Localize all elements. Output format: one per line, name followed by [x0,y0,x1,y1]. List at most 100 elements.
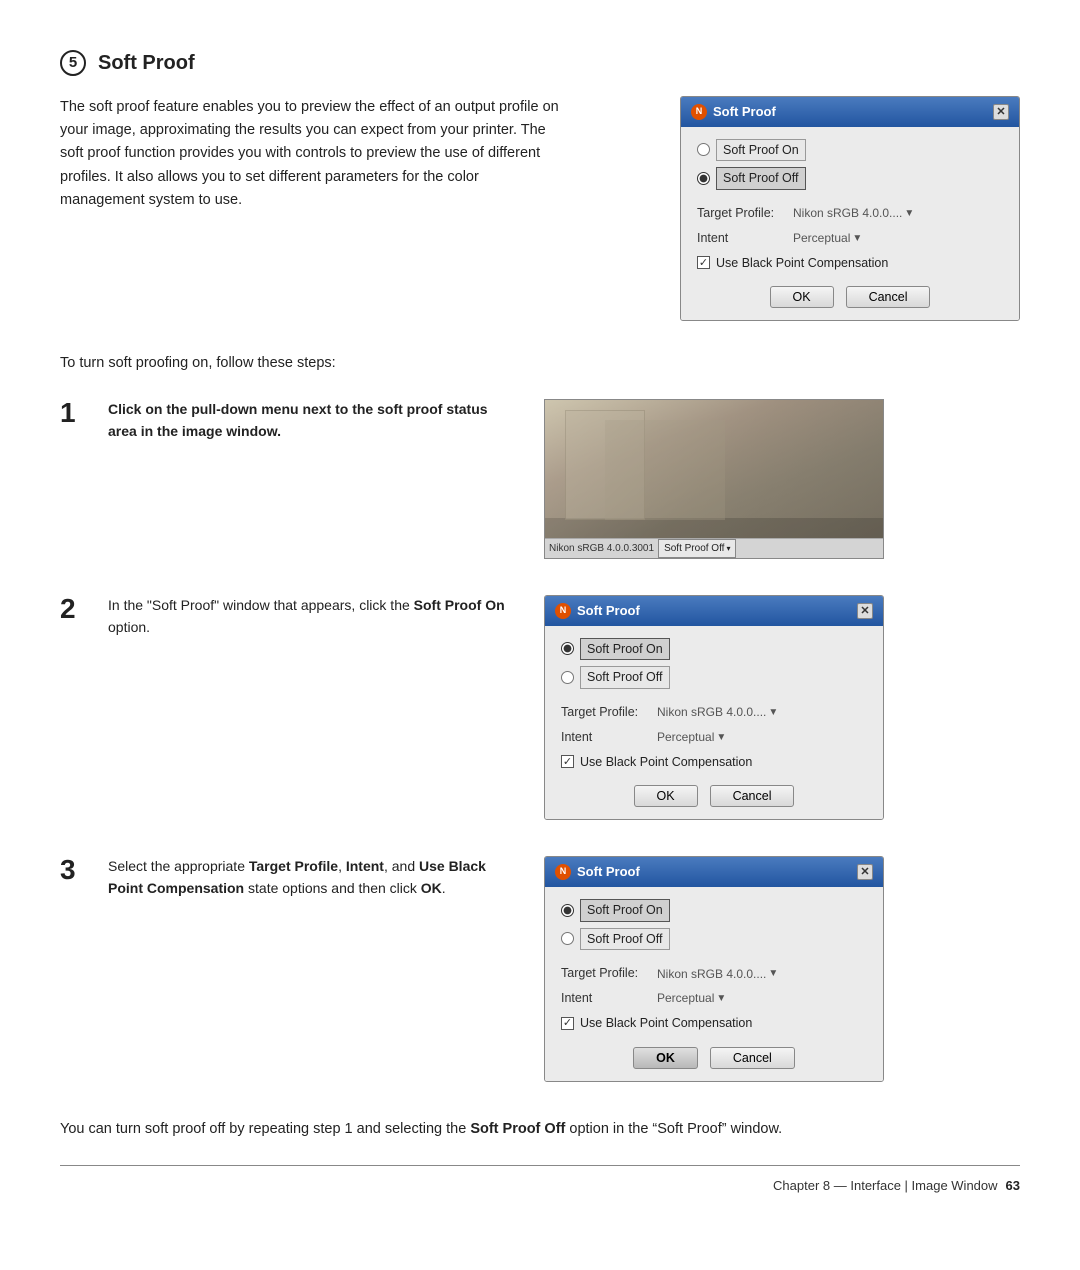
intent-value-1: Perceptual [793,229,850,247]
image-statusbar: Nikon sRGB 4.0.0.3001 Soft Proof Off ▾ [545,538,883,558]
status-proof-btn-text: Soft Proof Off [664,541,724,556]
field-row-target-2: Target Profile: Nikon sRGB 4.0.0.... ▼ [561,703,867,722]
radio-row-on-2: Soft Proof On [561,638,867,661]
radio-off-input-1[interactable] [697,172,710,185]
dialog-btn-row-3: OK Cancel [561,1043,867,1071]
target-profile-label-2: Target Profile: [561,703,649,722]
footer-chapter-text: Chapter 8 — Interface | Image Window [773,1176,997,1196]
intent-dropdown-arrow-1[interactable]: ▼ [852,231,862,246]
checkbox-row-2: ✓ Use Black Point Compensation [561,753,867,772]
target-dropdown-arrow-1[interactable]: ▼ [904,206,914,221]
radio-row-on-3: Soft Proof On [561,899,867,922]
bottom-note-part2: option in the “Soft Proof” window. [565,1121,782,1137]
section-title-text: Soft Proof [98,48,195,78]
dialog-titlebar-3: N Soft Proof ✕ [545,857,883,887]
target-profile-value-1: Nikon sRGB 4.0.0.... [793,204,902,222]
step-2-block: 2 In the "Soft Proof" window that appear… [60,595,1020,820]
target-profile-value-2: Nikon sRGB 4.0.0.... [657,703,766,721]
building-image [545,400,883,558]
intro-text: The soft proof feature enables you to pr… [60,96,560,212]
radio-on-label-1: Soft Proof On [716,139,806,162]
bottom-note: You can turn soft proof off by repeating… [60,1118,1020,1141]
intent-dropdown-arrow-2[interactable]: ▼ [716,730,726,745]
intent-value-3: Perceptual [657,989,714,1007]
dialog-btn-row-2: OK Cancel [561,781,867,809]
checkbox-input-3[interactable]: ✓ [561,1017,574,1030]
ok-button-2[interactable]: OK [634,785,698,807]
radio-row-on-1: Soft Proof On [697,139,1003,162]
checkbox-label-3: Use Black Point Compensation [580,1014,752,1033]
target-profile-value-3: Nikon sRGB 4.0.0.... [657,965,766,983]
dialog-title-left-3: N Soft Proof [555,862,640,882]
radio-row-off-1: Soft Proof Off [697,167,1003,190]
intent-value-box-2: Perceptual ▼ [657,728,726,746]
cancel-button-1[interactable]: Cancel [846,286,931,308]
dialog-soft-proof-3: N Soft Proof ✕ Soft Proof On Soft Proof … [544,856,884,1081]
checkbox-label-1: Use Black Point Compensation [716,254,888,273]
field-row-target-1: Target Profile: Nikon sRGB 4.0.0.... ▼ [697,204,1003,223]
target-profile-value-box-2: Nikon sRGB 4.0.0.... ▼ [657,703,778,721]
radio-on-input-1[interactable] [697,143,710,156]
section-number: 5 [60,50,86,76]
step-1-text: Click on the pull-down menu next to the … [108,399,520,442]
dialog-title-left-1: N Soft Proof [691,102,776,122]
dialog-title-text-1: Soft Proof [713,102,776,122]
target-profile-value-box-1: Nikon sRGB 4.0.0.... ▼ [793,204,914,222]
step-3-text: Select the appropriate Target Profile, I… [108,856,520,899]
dialog-title-text-3: Soft Proof [577,862,640,882]
step-1-left: 1 Click on the pull-down menu next to th… [60,399,520,446]
step-3-block: 3 Select the appropriate Target Profile,… [60,856,1020,1081]
dialog-title-left-2: N Soft Proof [555,601,640,621]
to-turn-text: To turn soft proofing on, follow these s… [60,353,1020,375]
step-2-number: 2 [60,595,92,623]
dialog-title-text-2: Soft Proof [577,601,640,621]
bottom-note-bold: Soft Proof Off [470,1121,565,1137]
radio-on-input-3[interactable] [561,904,574,917]
radio-off-label-2: Soft Proof Off [580,666,670,689]
target-dropdown-arrow-3[interactable]: ▼ [768,966,778,981]
checkbox-input-2[interactable]: ✓ [561,755,574,768]
dialog-soft-proof-2: N Soft Proof ✕ Soft Proof On Soft Proof … [544,595,884,820]
field-row-intent-1: Intent Perceptual ▼ [697,229,1003,248]
step-1-block: 1 Click on the pull-down menu next to th… [60,399,1020,559]
dialog-body-3: Soft Proof On Soft Proof Off Target Prof… [545,887,883,1081]
dialog-titlebar-1: N Soft Proof ✕ [681,97,1019,127]
radio-row-off-3: Soft Proof Off [561,928,867,951]
dialog-btn-row-1: OK Cancel [697,282,1003,310]
radio-on-input-2[interactable] [561,642,574,655]
step-3-header: 3 Select the appropriate Target Profile,… [60,856,520,899]
checkbox-input-1[interactable]: ✓ [697,256,710,269]
target-profile-label-1: Target Profile: [697,204,785,223]
dialog-app-icon-3: N [555,864,571,880]
cancel-button-3[interactable]: Cancel [710,1047,795,1069]
dialog-app-icon-2: N [555,603,571,619]
step-3-left: 3 Select the appropriate Target Profile,… [60,856,520,903]
cancel-button-2[interactable]: Cancel [710,785,795,807]
target-profile-value-box-3: Nikon sRGB 4.0.0.... ▼ [657,965,778,983]
ok-button-1[interactable]: OK [770,286,834,308]
field-row-intent-2: Intent Perceptual ▼ [561,728,867,747]
status-proof-btn[interactable]: Soft Proof Off ▾ [658,539,736,558]
ok-button-3[interactable]: OK [633,1047,698,1069]
page-footer: Chapter 8 — Interface | Image Window 63 [60,1165,1020,1196]
dialog-close-btn-1[interactable]: ✕ [993,104,1009,120]
step-1-number: 1 [60,399,92,427]
target-dropdown-arrow-2[interactable]: ▼ [768,705,778,720]
status-proof-arrow: ▾ [726,543,730,555]
step-1-header: 1 Click on the pull-down menu next to th… [60,399,520,442]
dialog-app-icon-1: N [691,104,707,120]
checkbox-row-1: ✓ Use Black Point Compensation [697,254,1003,273]
checkbox-row-3: ✓ Use Black Point Compensation [561,1014,867,1033]
radio-off-input-2[interactable] [561,671,574,684]
field-row-target-3: Target Profile: Nikon sRGB 4.0.0.... ▼ [561,964,867,983]
field-row-intent-3: Intent Perceptual ▼ [561,989,867,1008]
dialog-close-btn-2[interactable]: ✕ [857,603,873,619]
radio-off-input-3[interactable] [561,932,574,945]
footer-page-number: 63 [1006,1176,1020,1196]
intent-dropdown-arrow-3[interactable]: ▼ [716,991,726,1006]
dialog-close-btn-3[interactable]: ✕ [857,864,873,880]
step-1-image: Nikon sRGB 4.0.0.3001 Soft Proof Off ▾ [544,399,884,559]
intent-label-3: Intent [561,989,649,1008]
step-2-left: 2 In the "Soft Proof" window that appear… [60,595,520,642]
radio-on-label-3: Soft Proof On [580,899,670,922]
